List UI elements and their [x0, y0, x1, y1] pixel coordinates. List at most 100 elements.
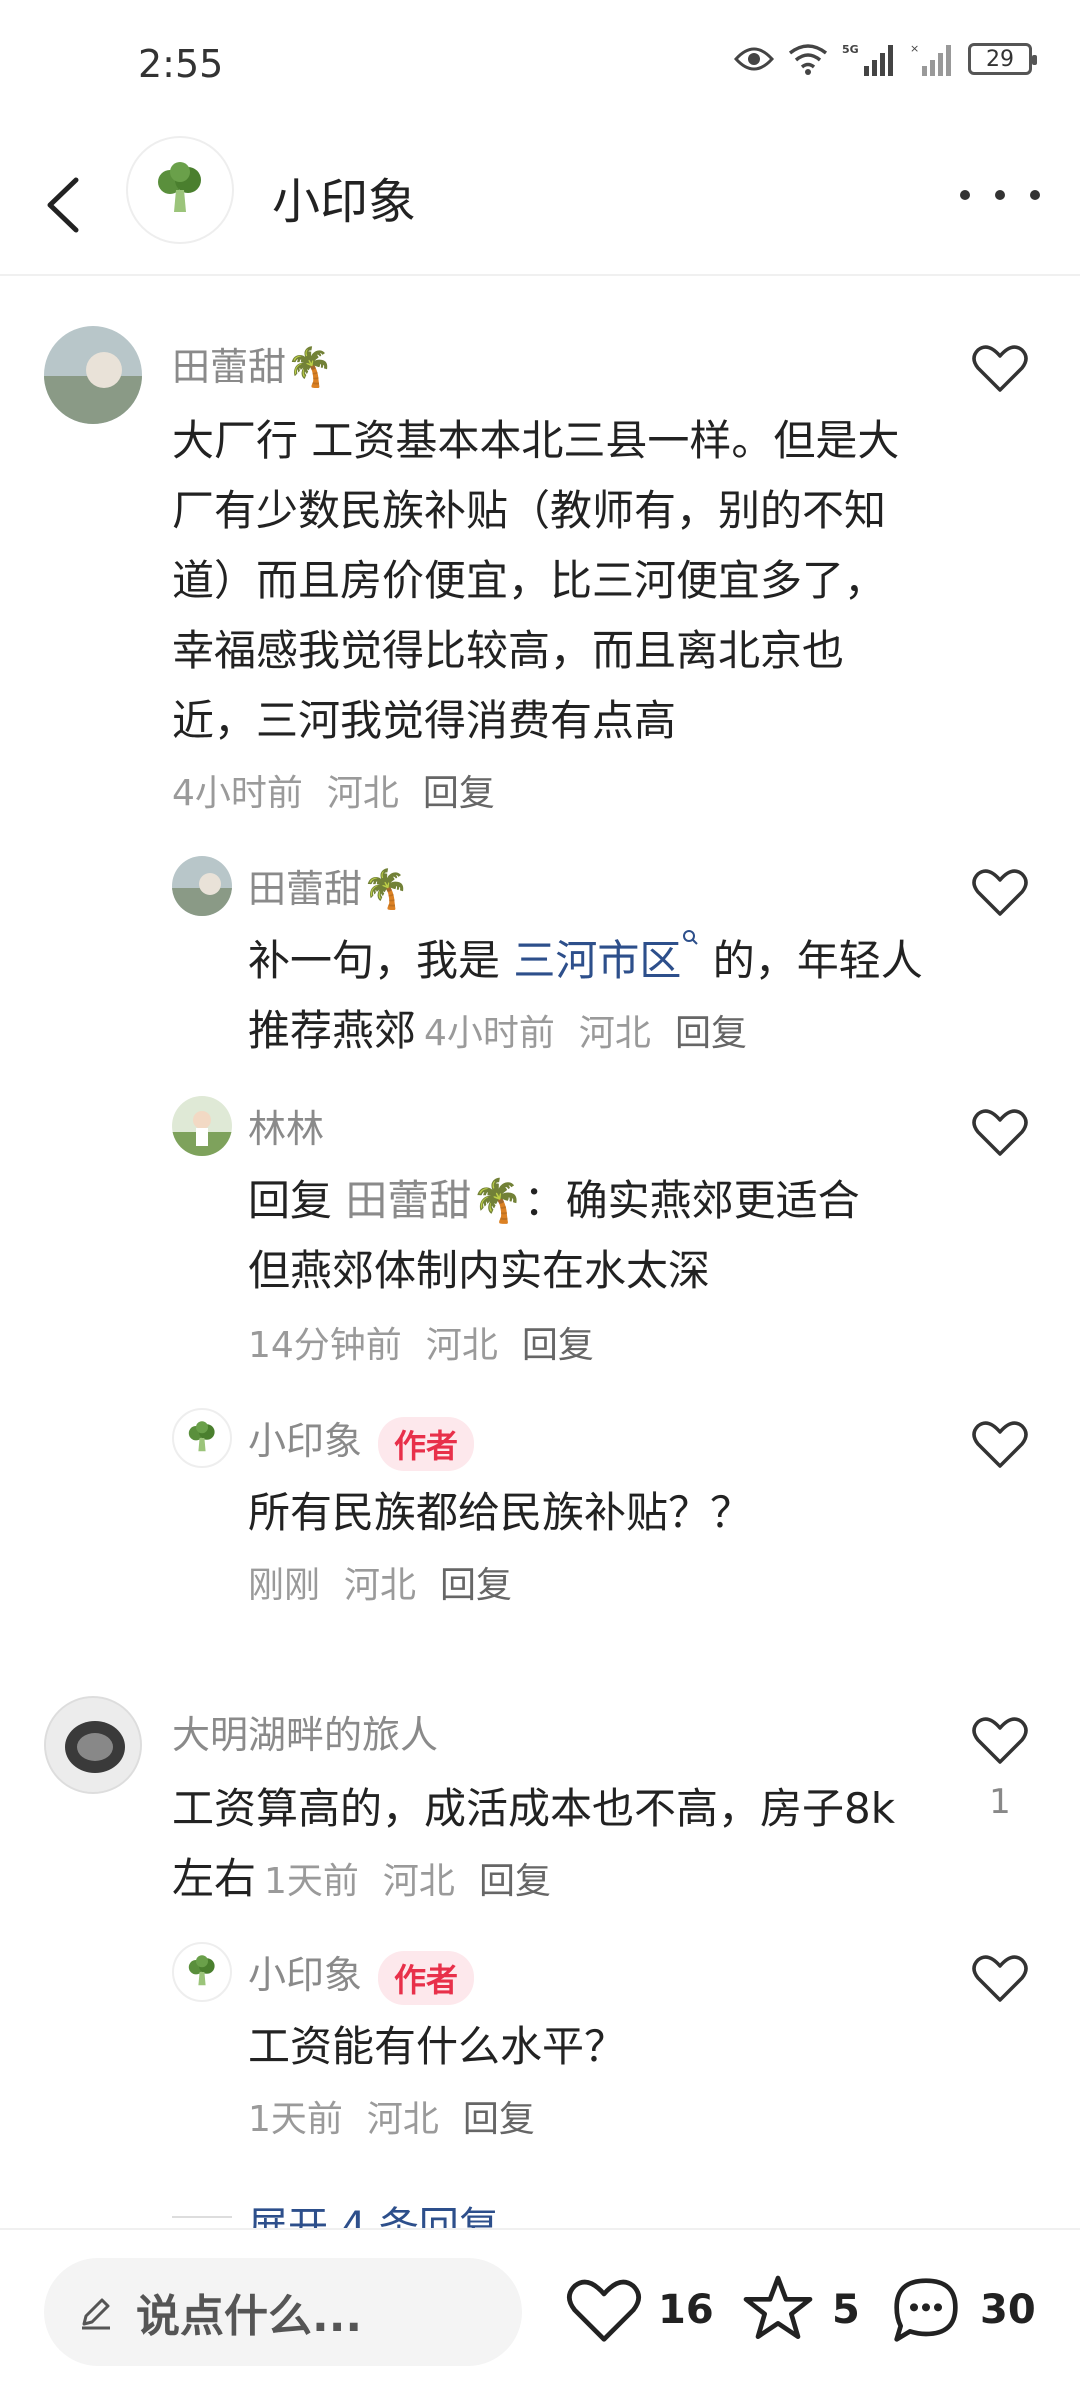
favorite-button[interactable]: 5: [738, 2270, 860, 2350]
avatar-photo: [44, 326, 142, 424]
like-count: 16: [658, 2287, 714, 2333]
status-icons: 5G × 29: [734, 42, 1037, 76]
comment-count: 30: [980, 2287, 1036, 2333]
broccoli-icon: [158, 162, 201, 212]
heart-icon[interactable]: [970, 338, 1030, 398]
reply-username-text[interactable]: 小印象: [248, 1419, 362, 1463]
signal-5g-icon: 5G: [842, 43, 893, 76]
reply-text: 回复 田蕾甜🌴：确实燕郊更适合 但燕郊体制内实在水太深: [248, 1166, 908, 1306]
comment-time: 4小时前: [172, 773, 303, 814]
search-small-icon: [683, 930, 699, 945]
dot-icon: [995, 190, 1005, 200]
reply-to-username[interactable]: 田蕾甜🌴: [345, 1176, 523, 1225]
location-link[interactable]: 三河市区: [513, 930, 699, 985]
location-link-text: 三河市区: [513, 936, 682, 985]
avatar-photo: [46, 1698, 140, 1792]
input-placeholder: 说点什么...: [136, 2291, 363, 2342]
svg-text:×: ×: [910, 42, 919, 55]
dot-icon: [960, 190, 970, 200]
comment-bubble-icon: [894, 2278, 958, 2342]
reply-text: 补一句，我是 三河市区 的，年轻人推荐燕郊 4小时前 河北 回复: [248, 926, 928, 1069]
reply-avatar[interactable]: [172, 1942, 232, 2002]
reply-username[interactable]: 田蕾甜🌴: [248, 858, 409, 913]
reply-time: 4小时前: [424, 1013, 555, 1054]
heart-icon[interactable]: [970, 1102, 1030, 1162]
reply-location: 河北: [578, 1013, 651, 1054]
battery-level: 29: [986, 46, 1014, 72]
comment-location: 河北: [326, 773, 399, 814]
more-options-button[interactable]: [960, 170, 1040, 220]
comment-time: 1天前: [264, 1861, 359, 1902]
comment-list: 田蕾甜🌴 大厂行 工资基本本北三县一样。但是大厂有少数民族补贴（教师有，别的不知…: [0, 278, 1080, 2228]
user-avatar[interactable]: [44, 1696, 142, 1794]
heart-icon[interactable]: [970, 862, 1030, 922]
pen-icon: [82, 2298, 110, 2330]
reply-meta: 4小时前 河北 回复: [424, 1013, 771, 1054]
broccoli-icon: [188, 1955, 215, 1986]
reply-button[interactable]: 回复: [522, 1325, 594, 1366]
reply-avatar[interactable]: [172, 856, 232, 916]
heart-icon[interactable]: [970, 1414, 1030, 1474]
reply-button[interactable]: 回复: [440, 1565, 512, 1606]
expand-replies-button[interactable]: 展开 4 条回复: [248, 2194, 499, 2228]
reply-text: 工资能有什么水平？: [248, 2022, 627, 2071]
reply-username: 小印象 作者: [248, 1944, 475, 2005]
reply-button[interactable]: 回复: [463, 2099, 535, 2140]
reply-meta: 刚刚 河北 回复: [248, 1556, 536, 1608]
reply-avatar[interactable]: [172, 1408, 232, 1468]
reply-location: 河北: [344, 1565, 417, 1606]
like-count: 1: [989, 1782, 1011, 1822]
reply-prefix: 回复: [248, 1176, 333, 1225]
heart-icon[interactable]: [970, 1948, 1030, 2008]
author-badge: 作者: [378, 1416, 475, 1471]
comment-username[interactable]: 田蕾甜🌴: [172, 336, 333, 391]
reply-username-text[interactable]: 小印象: [248, 1953, 362, 1997]
reply-username[interactable]: 林林: [248, 1098, 324, 1153]
user-avatar[interactable]: [44, 326, 142, 424]
comment-meta: 1天前 河北 回复: [264, 1861, 575, 1902]
reply-button[interactable]: 回复: [479, 1861, 551, 1902]
broccoli-icon: [188, 1421, 215, 1452]
dot-icon: [1030, 190, 1040, 200]
status-time: 2:55: [138, 42, 224, 86]
reply-button[interactable]: 回复: [675, 1013, 747, 1054]
reply-avatar[interactable]: [172, 1096, 232, 1156]
battery-icon: 29: [968, 43, 1037, 75]
comment-location: 河北: [382, 1861, 455, 1902]
page-title: 小印象: [272, 174, 417, 230]
reply-username: 小印象 作者: [248, 1410, 475, 1471]
reply-time: 刚刚: [248, 1565, 321, 1606]
like-button[interactable]: 16: [564, 2270, 714, 2350]
reply-body: ：确实燕郊更适合 但燕郊体制内实在水太深: [248, 1176, 860, 1295]
avatar-photo: [172, 856, 232, 916]
favorite-count: 5: [832, 2287, 860, 2333]
comment-username[interactable]: 大明湖畔的旅人: [172, 1704, 438, 1759]
status-bar: 2:55 5G × 29: [0, 0, 1080, 130]
svg-text:5G: 5G: [842, 43, 859, 56]
reply-time: 14分钟前: [248, 1325, 402, 1366]
eye-icon: [734, 47, 774, 71]
header: 小印象: [0, 130, 1080, 276]
profile-avatar[interactable]: [126, 136, 234, 244]
bottom-bar: 说点什么... 16 5 30: [0, 2228, 1080, 2400]
signal-icon: ×: [910, 42, 951, 76]
reply-text: 所有民族都给民族补贴？？: [248, 1488, 753, 1537]
comment-text: 大厂行 工资基本本北三县一样。但是大厂有少数民族补贴（教师有，别的不知道）而且房…: [172, 416, 900, 745]
reply-button[interactable]: 回复: [423, 773, 495, 814]
reply-location: 河北: [425, 1325, 498, 1366]
heart-icon[interactable]: [970, 1710, 1030, 1770]
reply-meta: 1天前 河北 回复: [248, 2090, 559, 2142]
heart-icon: [567, 2279, 641, 2342]
reply-meta: 14分钟前 河北 回复: [248, 1316, 618, 1368]
reply-location: 河北: [366, 2099, 439, 2140]
comment-meta: 4小时前 河北 回复: [172, 764, 519, 816]
reply-time: 1天前: [248, 2099, 343, 2140]
reply-text-before: 补一句，我是: [248, 936, 514, 985]
author-badge: 作者: [378, 1950, 475, 2005]
comment-button[interactable]: 30: [886, 2270, 1036, 2350]
comment-input[interactable]: 说点什么...: [44, 2258, 522, 2366]
comment-text: 工资算高的，成活成本也不高，房子8k左右 1天前 河北 回复: [172, 1774, 922, 1917]
star-icon: [743, 2275, 813, 2339]
avatar-photo: [172, 1096, 232, 1156]
back-chevron-icon[interactable]: [40, 170, 90, 240]
